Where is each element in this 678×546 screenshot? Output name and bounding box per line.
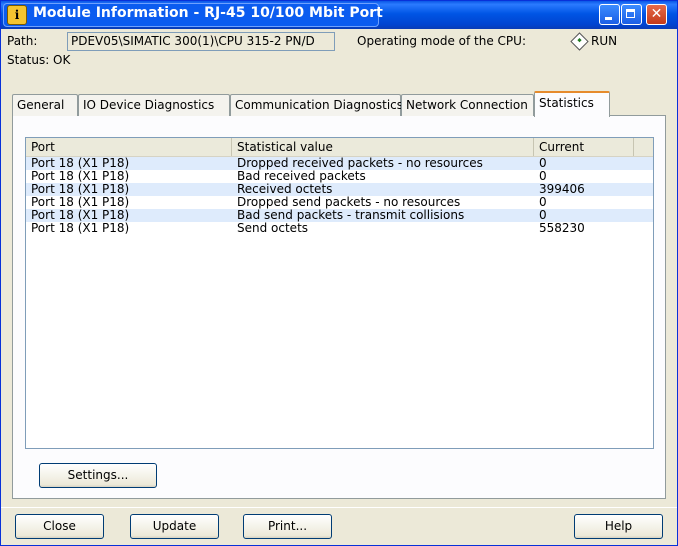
tab-label: Communication Diagnostics <box>235 98 404 112</box>
tab-communication-diagnostics[interactable]: Communication Diagnostics <box>230 94 404 116</box>
tab-label: IO Device Diagnostics <box>83 98 215 112</box>
tab-strip: General IO Device Diagnostics Communicat… <box>12 91 632 117</box>
tab-label: Network Connection <box>406 98 528 112</box>
title-bar[interactable]: i Module Information - RJ-45 10/100 Mbit… <box>1 1 677 29</box>
footer-divider <box>1 507 677 508</box>
info-module-icon: i <box>7 5 27 25</box>
window-title: Module Information - RJ-45 10/100 Mbit P… <box>33 5 383 21</box>
cell-port: Port 18 (X1 P18) <box>31 182 130 196</box>
settings-button[interactable]: Settings... <box>39 463 157 488</box>
close-icon: ✕ <box>650 6 663 22</box>
cell-port: Port 18 (X1 P18) <box>31 195 130 209</box>
path-field[interactable]: PDEV05\SIMATIC 300(1)\CPU 315-2 PN/D <box>67 32 335 51</box>
tab-io-device-diagnostics[interactable]: IO Device Diagnostics <box>78 94 230 116</box>
cell-current: 558230 <box>539 221 585 235</box>
cell-stat: Dropped received packets - no resources <box>237 156 483 170</box>
path-label: Path: <box>7 34 38 48</box>
update-button[interactable]: Update <box>130 514 219 539</box>
column-header-current[interactable]: Current <box>534 138 634 156</box>
mode-label: Operating mode of the CPU: <box>357 34 526 48</box>
cell-current: 0 <box>539 208 547 222</box>
tab-general[interactable]: General <box>12 94 78 116</box>
close-window-button[interactable]: ✕ <box>646 4 667 25</box>
cell-stat: Received octets <box>237 182 333 196</box>
minimize-button[interactable] <box>599 4 620 25</box>
run-mode-icon <box>570 32 589 51</box>
status-label: Status: <box>7 53 50 67</box>
tab-network-connection[interactable]: Network Connection <box>401 94 534 116</box>
help-button[interactable]: Help <box>574 514 663 539</box>
cell-stat: Bad send packets - transmit collisions <box>237 208 465 222</box>
cell-port: Port 18 (X1 P18) <box>31 221 130 235</box>
cell-stat: Send octets <box>237 221 309 235</box>
statistics-list[interactable]: Port Statistical value Current Port 18 (… <box>25 137 654 449</box>
close-button[interactable]: Close <box>15 514 104 539</box>
tab-label: General <box>17 98 65 112</box>
cell-current: 399406 <box>539 182 585 196</box>
list-header: Port Statistical value Current <box>26 138 653 157</box>
status-value: OK <box>53 53 71 67</box>
column-header-statistical-value[interactable]: Statistical value <box>232 138 534 156</box>
cell-stat: Bad received packets <box>237 169 366 183</box>
tab-label: Statistics <box>539 96 594 110</box>
cell-stat: Dropped send packets - no resources <box>237 195 461 209</box>
tab-statistics[interactable]: Statistics <box>534 91 610 117</box>
table-row[interactable]: Port 18 (X1 P18) Send octets 558230 <box>26 221 653 235</box>
cell-current: 0 <box>539 169 547 183</box>
column-header-port[interactable]: Port <box>26 138 232 156</box>
cell-port: Port 18 (X1 P18) <box>31 169 130 183</box>
cell-port: Port 18 (X1 P18) <box>31 208 130 222</box>
print-button[interactable]: Print... <box>243 514 332 539</box>
module-information-window: i Module Information - RJ-45 10/100 Mbit… <box>0 0 678 546</box>
cell-port: Port 18 (X1 P18) <box>31 156 130 170</box>
cell-current: 0 <box>539 156 547 170</box>
cell-current: 0 <box>539 195 547 209</box>
mode-value: RUN <box>591 34 618 48</box>
maximize-button[interactable] <box>621 4 642 25</box>
